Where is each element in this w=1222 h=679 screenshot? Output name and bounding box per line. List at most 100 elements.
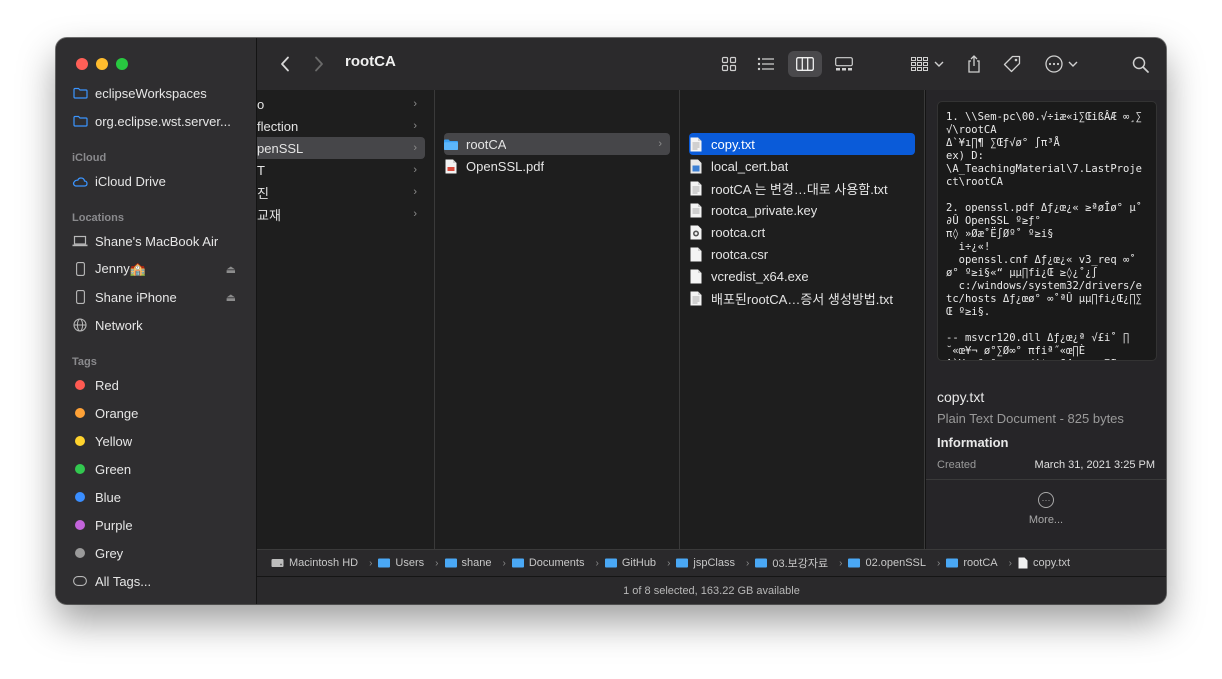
list-item[interactable]: local_cert.bat bbox=[689, 155, 915, 177]
created-value: March 31, 2021 3:25 PM bbox=[1034, 459, 1155, 471]
sidebar-tag-green[interactable]: Green bbox=[72, 458, 248, 480]
breadcrumb-github[interactable]: GitHub › bbox=[604, 557, 677, 569]
sidebar-section-locations: Locations bbox=[72, 212, 124, 224]
sidebar-item-jenny[interactable]: Jenny🏫 ⏏ bbox=[72, 258, 248, 280]
list-item[interactable]: flection › bbox=[257, 115, 425, 137]
list-item[interactable]: T › bbox=[257, 159, 425, 181]
sidebar-tag-all[interactable]: All Tags... bbox=[72, 570, 248, 592]
breadcrumb-rootca[interactable]: rootCA › bbox=[946, 557, 1018, 569]
sidebar-tag-red[interactable]: Red bbox=[72, 374, 248, 396]
gallery-view-button[interactable] bbox=[829, 51, 859, 77]
sidebar-item-label: Yellow bbox=[95, 433, 133, 449]
sidebar-item-label: Shane's MacBook Air bbox=[95, 233, 219, 249]
toolbar: rootCA bbox=[257, 38, 1166, 91]
list-item[interactable]: 배포된rootCA…증서 생성방법.txt bbox=[689, 287, 915, 309]
hard-disk-icon bbox=[271, 559, 284, 567]
back-button[interactable] bbox=[275, 51, 295, 77]
chevron-right-icon bbox=[315, 56, 323, 72]
list-item[interactable]: rootca.crt bbox=[689, 221, 915, 243]
sidebar-tag-yellow[interactable]: Yellow bbox=[72, 430, 248, 452]
finder-window: eclipseWorkspaces org.eclipse.wst.server… bbox=[56, 38, 1166, 604]
breadcrumb-copy-txt[interactable]: copy.txt bbox=[1018, 557, 1070, 569]
folder-icon bbox=[511, 558, 524, 568]
ellipsis-circle-icon bbox=[1044, 55, 1063, 73]
key-file-icon bbox=[689, 202, 703, 218]
list-item-selected[interactable]: penSSL › bbox=[257, 137, 425, 159]
group-by-button[interactable] bbox=[907, 51, 947, 77]
sidebar-item-macbook[interactable]: Shane's MacBook Air bbox=[72, 230, 248, 252]
list-icon bbox=[757, 57, 774, 71]
forward-button[interactable] bbox=[309, 51, 329, 77]
created-label: Created bbox=[937, 459, 977, 471]
search-button[interactable] bbox=[1128, 51, 1152, 77]
list-item[interactable]: rootca.csr bbox=[689, 243, 915, 265]
sidebar-item-label: iCloud Drive bbox=[95, 173, 166, 189]
minimize-window-button[interactable] bbox=[96, 58, 108, 70]
breadcrumb-users[interactable]: Users › bbox=[378, 557, 444, 569]
list-item[interactable]: rootCA 는 변경…대로 사용함.txt bbox=[689, 177, 915, 199]
sidebar-item-shane-iphone[interactable]: Shane iPhone ⏏ bbox=[72, 286, 248, 308]
close-window-button[interactable] bbox=[76, 58, 88, 70]
breadcrumb-03[interactable]: 03.보강자료 › bbox=[755, 555, 848, 571]
breadcrumb-02-openssl[interactable]: 02.openSSL › bbox=[848, 557, 946, 569]
chevron-right-icon: › bbox=[413, 142, 417, 154]
phone-icon bbox=[72, 261, 88, 277]
more-button[interactable]: ··· More... bbox=[926, 492, 1166, 526]
gallery-icon bbox=[835, 57, 853, 71]
document-file-icon bbox=[689, 246, 703, 262]
sidebar-section-tags: Tags bbox=[72, 356, 97, 368]
breadcrumb-macintosh-hd[interactable]: Macintosh HD › bbox=[271, 557, 378, 569]
file-preview-thumbnail: 1. \\Sem-pc\00.√÷iæ«i∑ŒißÂÆ ∞¸∑√\rootCA … bbox=[937, 101, 1157, 361]
chevron-right-icon: › bbox=[413, 164, 417, 176]
sidebar-item-label: Blue bbox=[95, 489, 122, 505]
sidebar-tag-blue[interactable]: Blue bbox=[72, 486, 248, 508]
icon-view-button[interactable] bbox=[715, 51, 743, 77]
breadcrumb-documents[interactable]: Documents › bbox=[511, 557, 605, 569]
exe-file-icon bbox=[689, 268, 703, 284]
sidebar-item-network[interactable]: Network bbox=[72, 314, 248, 336]
more-actions-button[interactable] bbox=[1041, 51, 1081, 77]
folder-icon bbox=[444, 136, 458, 152]
folder-icon bbox=[72, 85, 88, 101]
sidebar-item-label: Green bbox=[95, 461, 132, 477]
zoom-window-button[interactable] bbox=[116, 58, 128, 70]
tags-button[interactable] bbox=[1000, 51, 1024, 77]
cloud-icon bbox=[72, 173, 88, 189]
column-view-button[interactable] bbox=[788, 51, 822, 77]
tag-color-dot-icon bbox=[72, 461, 88, 477]
list-item[interactable]: vcredist_x64.exe bbox=[689, 265, 915, 287]
sidebar-tag-grey[interactable]: Grey bbox=[72, 542, 248, 564]
sidebar-item-icloud-drive[interactable]: iCloud Drive bbox=[72, 170, 248, 192]
tag-color-dot-icon bbox=[72, 405, 88, 421]
sidebar-tag-orange[interactable]: Orange bbox=[72, 402, 248, 424]
tag-color-dot-icon bbox=[72, 545, 88, 561]
status-bar: 1 of 8 selected, 163.22 GB available bbox=[257, 576, 1166, 604]
list-item[interactable]: o › bbox=[257, 93, 425, 115]
tag-color-dot-icon bbox=[72, 489, 88, 505]
sidebar-item-label: org.eclipse.wst.server... bbox=[95, 113, 231, 129]
eject-icon[interactable]: ⏏ bbox=[226, 263, 236, 276]
pdf-file-icon bbox=[444, 158, 458, 174]
folder-icon bbox=[848, 558, 861, 568]
share-button[interactable] bbox=[963, 51, 985, 77]
list-item[interactable]: rootca_private.key bbox=[689, 199, 915, 221]
eject-icon[interactable]: ⏏ bbox=[226, 291, 236, 304]
ellipsis-circle-icon: ··· bbox=[1038, 492, 1054, 508]
breadcrumb-shane[interactable]: shane › bbox=[444, 557, 512, 569]
folder-icon bbox=[72, 113, 88, 129]
list-item[interactable]: 진 › bbox=[257, 181, 425, 203]
breadcrumb-jspclass[interactable]: jspClass › bbox=[676, 557, 755, 569]
sidebar-tag-purple[interactable]: Purple bbox=[72, 514, 248, 536]
column-2[interactable]: rootCA › OpenSSL.pdf bbox=[435, 90, 680, 549]
sidebar-item-label: Jenny🏫 bbox=[95, 261, 146, 276]
list-item-selected[interactable]: copy.txt bbox=[689, 133, 915, 155]
sidebar-item-org-eclipse[interactable]: org.eclipse.wst.server... bbox=[72, 110, 248, 132]
sidebar-item-eclipseworkspaces[interactable]: eclipseWorkspaces bbox=[72, 82, 248, 104]
column-3[interactable]: copy.txt local_cert.bat rootCA 는 변경…대로 사… bbox=[680, 90, 925, 549]
list-item[interactable]: OpenSSL.pdf bbox=[444, 155, 670, 177]
text-file-icon bbox=[689, 180, 703, 196]
column-1[interactable]: o › flection › penSSL › T › 진 › 교재 › bbox=[257, 90, 435, 549]
list-view-button[interactable] bbox=[751, 51, 781, 77]
list-item-selected[interactable]: rootCA › bbox=[444, 133, 670, 155]
list-item[interactable]: 교재 › bbox=[257, 203, 425, 225]
